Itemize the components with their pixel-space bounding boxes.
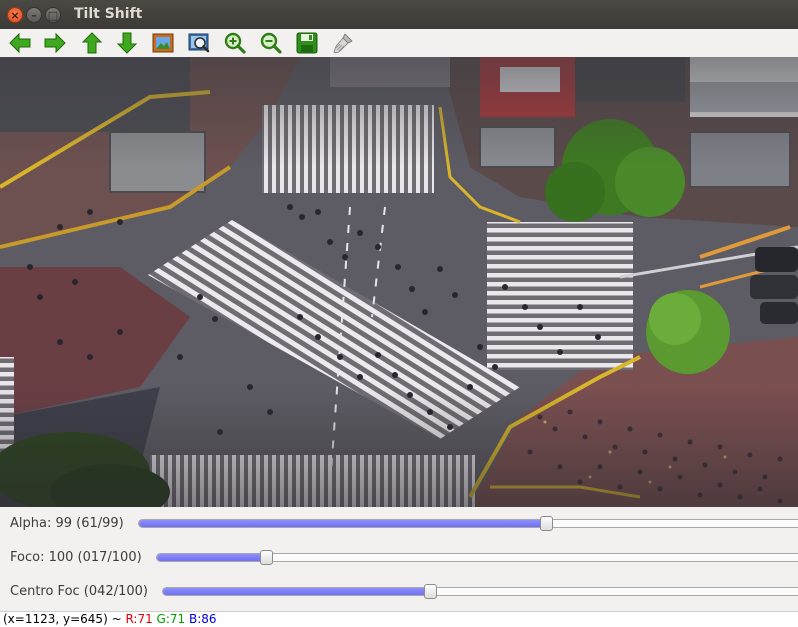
pixel-blue-value: B:86: [189, 612, 217, 626]
alpha-slider-handle[interactable]: [540, 516, 553, 531]
arrow-down-icon[interactable]: [115, 31, 139, 55]
status-bar: (x=1123, y=645) ~ R:71 G:71 B:86: [0, 611, 798, 627]
window-title: Tilt Shift: [74, 6, 143, 22]
focus-center-slider[interactable]: [162, 584, 798, 599]
focus-slider[interactable]: [156, 550, 798, 565]
crossing-image: [0, 57, 798, 507]
toolbar: [0, 29, 798, 57]
pixel-red-value: R:71: [125, 612, 153, 626]
title-bar[interactable]: × – □ Tilt Shift: [0, 0, 798, 29]
zoom-out-icon[interactable]: [259, 31, 283, 55]
focus-slider-fill: [157, 554, 266, 561]
arrow-left-icon[interactable]: [8, 31, 32, 55]
focus-slider-handle[interactable]: [260, 550, 273, 565]
close-icon[interactable]: ×: [7, 7, 23, 23]
arrow-up-icon[interactable]: [80, 31, 104, 55]
focus-slider-label: Foco: 100 (017/100): [10, 550, 142, 565]
alpha-slider[interactable]: [138, 516, 798, 531]
save-icon[interactable]: [295, 31, 319, 55]
focus-center-slider-label: Centro Foc (042/100): [10, 584, 148, 599]
pixel-green-value: G:71: [156, 612, 186, 626]
focus-center-slider-fill: [163, 588, 430, 595]
focus-slider-row: Foco: 100 (017/100): [0, 547, 798, 569]
cursor-coordinates: (x=1123, y=645) ~: [3, 612, 126, 626]
focus-center-slider-handle[interactable]: [424, 584, 437, 599]
arrow-right-icon[interactable]: [43, 31, 67, 55]
zoom-region-icon[interactable]: [187, 31, 211, 55]
zoom-in-icon[interactable]: [223, 31, 247, 55]
alpha-slider-label: Alpha: 99 (61/99): [10, 516, 124, 531]
alpha-slider-row: Alpha: 99 (61/99): [0, 513, 798, 535]
maximize-icon[interactable]: □: [45, 7, 61, 23]
brush-icon[interactable]: [331, 31, 355, 55]
minimize-icon[interactable]: –: [26, 7, 42, 23]
alpha-slider-fill: [139, 520, 546, 527]
app-window: × – □ Tilt Shift Alpha: 99 (61/99) Foco:…: [0, 0, 798, 627]
picture-icon[interactable]: [151, 31, 175, 55]
image-canvas[interactable]: [0, 57, 798, 507]
focus-center-slider-row: Centro Foc (042/100): [0, 581, 798, 603]
